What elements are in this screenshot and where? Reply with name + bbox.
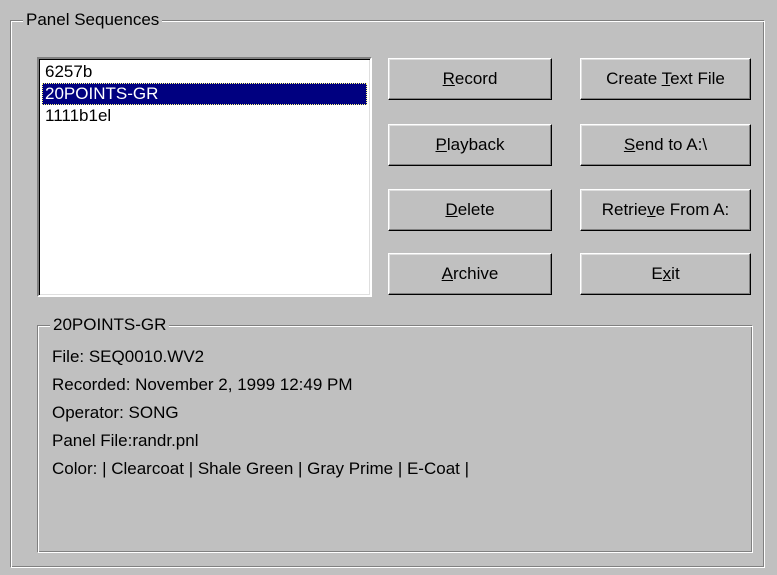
record-label: Record [442,69,498,88]
create-text-file-label: Create Text File [606,69,725,88]
send-to-a-label: Send to A:\ [623,135,708,154]
record-button[interactable]: Record [388,58,552,100]
sequence-listbox[interactable]: 6257b 20POINTS-GR 1111b1el [37,57,372,297]
archive-label: Archive [441,264,499,283]
file-info: File: SEQ0010.WV2 [52,347,205,366]
exit-button[interactable]: Exit [580,253,751,295]
retrieve-from-a-button[interactable]: Retrieve From A: [580,189,751,231]
panel-sequences-title: Panel Sequences [23,9,163,31]
send-to-a-button[interactable]: Send to A:\ [580,124,751,166]
playback-button[interactable]: Playback [388,124,552,166]
color-info: Color: | Clearcoat | Shale Green | Gray … [52,459,470,478]
retrieve-from-a-label: Retrieve From A: [601,200,730,219]
list-item[interactable]: 1111b1el [42,105,367,127]
sequence-details-title: 20POINTS-GR [50,314,170,336]
panel-file-info: Panel File:randr.pnl [52,431,199,450]
recorded-info: Recorded: November 2, 1999 12:49 PM [52,375,353,394]
create-text-file-button[interactable]: Create Text File [580,58,751,100]
playback-label: Playback [435,135,505,154]
archive-button[interactable]: Archive [388,253,552,295]
exit-label: Exit [651,264,680,283]
operator-info: Operator: SONG [52,403,179,422]
delete-button[interactable]: Delete [388,189,552,231]
list-item-selected[interactable]: 20POINTS-GR [42,83,367,105]
list-item[interactable]: 6257b [42,61,367,83]
delete-label: Delete [445,200,495,219]
